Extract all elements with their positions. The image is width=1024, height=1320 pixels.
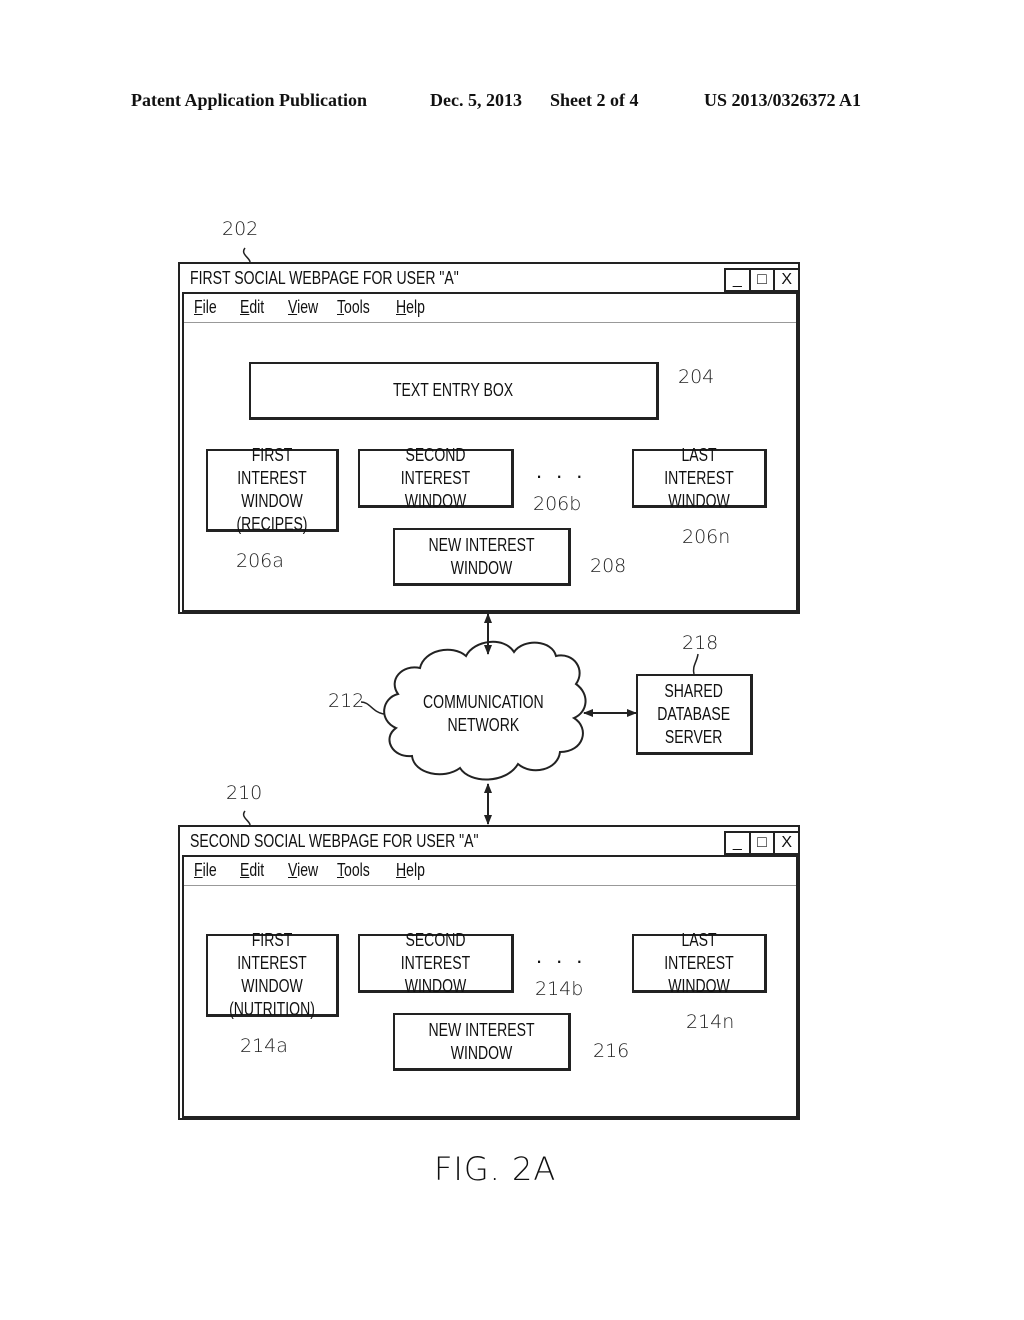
ref-212: 212 xyxy=(328,690,365,712)
leader-202 xyxy=(242,247,251,263)
close-button[interactable]: X xyxy=(775,270,798,290)
close-button[interactable]: X xyxy=(775,833,798,853)
diagram-connectors xyxy=(242,247,707,1052)
shared-database-server[interactable]: SHARED DATABASE SERVER xyxy=(636,674,753,755)
menu-tools[interactable]: Tools xyxy=(337,297,370,318)
first-interest-window[interactable]: FIRST INTEREST WINDOW (NUTRITION) xyxy=(206,930,339,1019)
ellipsis: ... xyxy=(536,943,597,968)
minimize-button[interactable]: _ xyxy=(726,833,751,853)
minimize-button[interactable]: _ xyxy=(726,270,751,290)
window-title: FIRST SOCIAL WEBPAGE FOR USER "A" xyxy=(190,268,459,288)
ref-206b: 206b xyxy=(533,493,582,515)
ref-214a: 214a xyxy=(240,1035,288,1057)
first-interest-window[interactable]: FIRST INTEREST WINDOW (RECIPES) xyxy=(206,445,339,534)
ellipsis: ... xyxy=(536,458,597,483)
second-interest-window[interactable]: SECOND INTEREST WINDOW xyxy=(358,930,514,996)
menu-edit[interactable]: Edit xyxy=(240,860,264,881)
ref-218: 218 xyxy=(682,632,719,654)
leader-210 xyxy=(242,810,251,826)
window-title: SECOND SOCIAL WEBPAGE FOR USER "A" xyxy=(190,831,479,851)
menu-help[interactable]: Help xyxy=(396,860,425,881)
window-controls: _ □ X xyxy=(724,831,800,855)
ref-214n: 214n xyxy=(686,1011,735,1033)
window-controls: _ □ X xyxy=(724,268,800,292)
ref-216: 216 xyxy=(593,1040,630,1062)
ref-214b: 214b xyxy=(535,978,584,1000)
leader-218 xyxy=(692,653,699,675)
maximize-button[interactable]: □ xyxy=(751,833,776,853)
last-interest-window[interactable]: LAST INTEREST WINDOW xyxy=(632,445,767,511)
last-interest-window[interactable]: LAST INTEREST WINDOW xyxy=(632,930,767,996)
ref-206n: 206n xyxy=(682,526,731,548)
menu-view[interactable]: View xyxy=(288,860,318,881)
menu-tools[interactable]: Tools xyxy=(337,860,370,881)
new-interest-window[interactable]: NEW INTEREST WINDOW xyxy=(393,1013,571,1071)
menu-file[interactable]: File xyxy=(194,860,217,881)
second-interest-window[interactable]: SECOND INTEREST WINDOW xyxy=(358,445,514,511)
figure-label: FIG. 2A xyxy=(434,1150,557,1188)
text-entry-box[interactable]: TEXT ENTRY BOX xyxy=(249,362,659,420)
ref-206a: 206a xyxy=(236,550,284,572)
leader-212 xyxy=(360,701,385,715)
menu-bar: File Edit View Tools Help xyxy=(184,294,796,323)
menu-bar: File Edit View Tools Help xyxy=(184,857,796,886)
menu-edit[interactable]: Edit xyxy=(240,297,264,318)
menu-help[interactable]: Help xyxy=(396,297,425,318)
new-interest-window[interactable]: NEW INTEREST WINDOW xyxy=(393,528,571,586)
communication-network-label: COMMUNICATION NETWORK xyxy=(422,692,544,735)
maximize-button[interactable]: □ xyxy=(751,270,776,290)
menu-view[interactable]: View xyxy=(288,297,318,318)
ref-202: 202 xyxy=(222,218,259,240)
menu-file[interactable]: File xyxy=(194,297,217,318)
ref-210: 210 xyxy=(226,782,263,804)
ref-204: 204 xyxy=(678,366,715,388)
ref-208: 208 xyxy=(590,555,627,577)
